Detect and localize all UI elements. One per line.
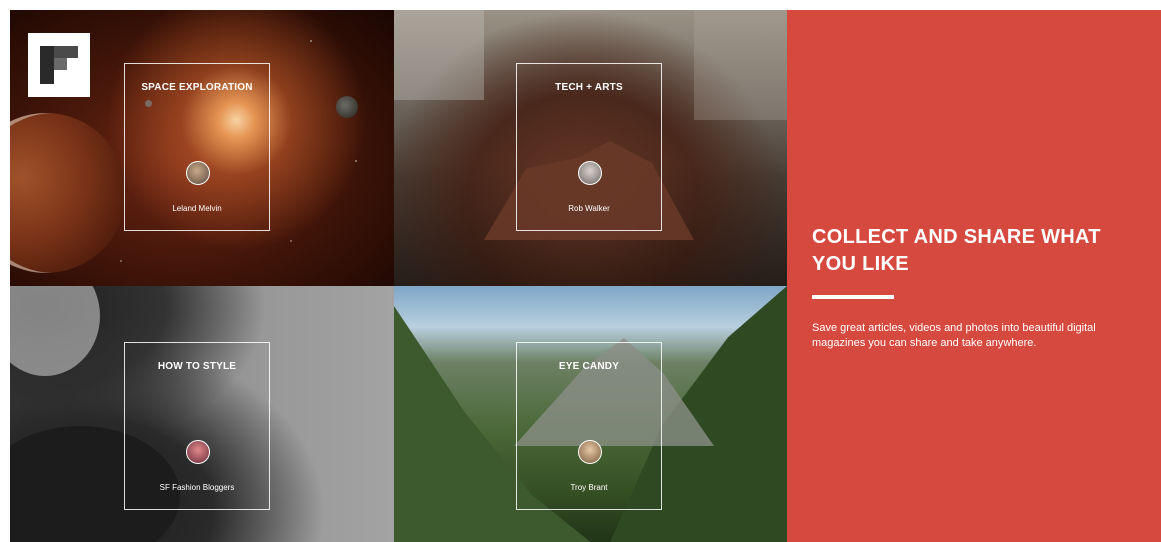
magazine-title: HOW TO STYLE bbox=[157, 361, 237, 372]
magazine-title: EYE CANDY bbox=[558, 361, 620, 372]
magazine-title: SPACE EXPLORATION bbox=[141, 82, 253, 93]
window-light bbox=[394, 10, 484, 100]
promo-divider bbox=[812, 295, 894, 299]
curator-avatar-icon bbox=[578, 440, 602, 464]
promo-description: Save great articles, videos and photos i… bbox=[812, 322, 1096, 349]
window-light bbox=[694, 10, 787, 120]
star bbox=[120, 260, 122, 262]
moon-image bbox=[336, 96, 358, 118]
curator-avatar-icon bbox=[186, 440, 210, 464]
star bbox=[355, 160, 357, 162]
flipboard-logo-icon[interactable] bbox=[28, 33, 90, 97]
hand-image bbox=[10, 286, 100, 376]
promo-headline: COLLECT AND SHARE WHAT YOU LIKE bbox=[812, 226, 1101, 275]
star bbox=[290, 240, 292, 242]
star bbox=[310, 40, 312, 42]
tile-tech-arts[interactable]: TECH + ARTS Rob Walker bbox=[394, 10, 787, 286]
tile-eye-candy[interactable]: EYE CANDY Troy Brant bbox=[394, 286, 787, 542]
curator-name: Troy Brant bbox=[570, 483, 608, 492]
curator-avatar-icon bbox=[186, 161, 210, 185]
curator-name: SF Fashion Bloggers bbox=[159, 483, 235, 492]
magazine-card[interactable]: EYE CANDY Troy Brant bbox=[516, 342, 662, 510]
magazine-card[interactable]: SPACE EXPLORATION Leland Melvin bbox=[124, 63, 270, 231]
logo-mark bbox=[40, 46, 54, 84]
hero-frame: SPACE EXPLORATION Leland Melvin TECH + A… bbox=[10, 10, 1161, 542]
logo-mark bbox=[54, 46, 78, 58]
tile-how-to-style[interactable]: HOW TO STYLE SF Fashion Bloggers bbox=[10, 286, 394, 542]
curator-name: Rob Walker bbox=[568, 204, 610, 213]
curator-name: Leland Melvin bbox=[172, 204, 222, 213]
magazine-card[interactable]: TECH + ARTS Rob Walker bbox=[516, 63, 662, 231]
curator-avatar-icon bbox=[578, 161, 602, 185]
magazine-title: TECH + ARTS bbox=[555, 82, 623, 93]
planet-image bbox=[10, 113, 126, 273]
magazine-card[interactable]: HOW TO STYLE SF Fashion Bloggers bbox=[124, 342, 270, 510]
logo-mark bbox=[54, 58, 67, 70]
promo-panel: COLLECT AND SHARE WHAT YOU LIKE Save gre… bbox=[787, 10, 1161, 542]
